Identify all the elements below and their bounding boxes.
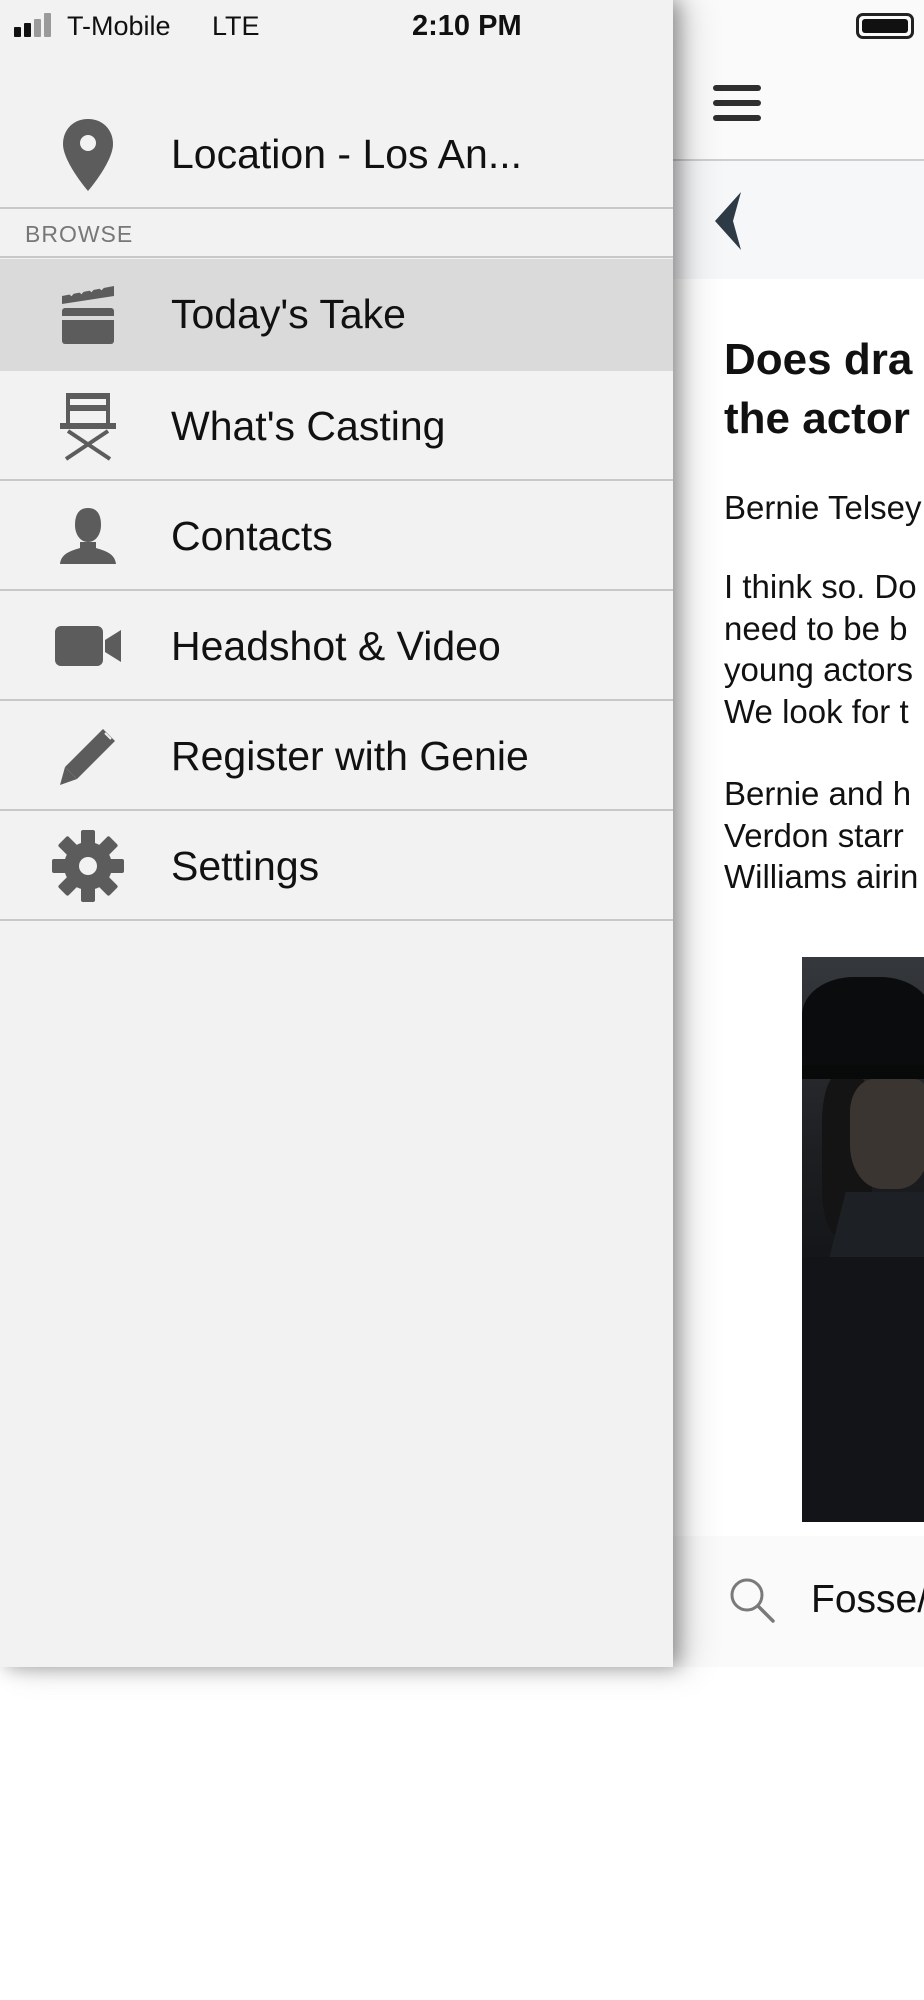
browse-section-header: BROWSE [0, 209, 673, 258]
menu-item-label: Today's Take [171, 291, 406, 337]
status-bar: T-Mobile LTE 2:10 PM [0, 0, 673, 52]
top-nav-bar [673, 52, 924, 161]
network-type: LTE [212, 11, 260, 41]
article-title-line: the actor [724, 394, 910, 443]
location-label: Location - Los An... [171, 131, 523, 177]
status-bar-right [673, 0, 924, 52]
signal-strength-icon [14, 13, 56, 37]
menu-item-headshot-video[interactable]: Headshot & Video [0, 591, 673, 701]
menu-item-label: Settings [171, 843, 320, 889]
person-silhouette-icon [45, 503, 131, 569]
paragraph-line: young actors [724, 651, 913, 688]
menu-item-label: What's Casting [171, 403, 446, 449]
paragraph-line: need to be b [724, 609, 908, 647]
search-icon [730, 1578, 775, 1623]
paragraph-line: Williams airin [724, 858, 919, 895]
article-photo [802, 957, 924, 1522]
article-panel: Does dra the actor Bernie Telsey I think… [673, 0, 924, 1667]
menu-item-register[interactable]: Register with Genie [0, 701, 673, 811]
menu-item-settings[interactable]: Settings [0, 811, 673, 921]
menu-item-whats-casting[interactable]: What's Casting [0, 371, 673, 481]
side-menu-drawer: T-Mobile LTE 2:10 PM Location - Los An..… [0, 0, 673, 1667]
paragraph-line: We look for t [724, 692, 909, 730]
paragraph-line: Verdon starr [724, 816, 904, 854]
article-paragraph: I think so. Do need to be b young actors… [724, 566, 924, 732]
paragraph-line: I think so. Do [724, 568, 917, 605]
search-row[interactable]: Fosse/ [673, 1536, 924, 1667]
article-title: Does dra the actor [724, 330, 924, 448]
menu-item-todays-take[interactable]: Today's Take [0, 259, 673, 371]
menu-item-label: Headshot & Video [171, 623, 501, 669]
back-chevron-icon[interactable] [711, 190, 751, 252]
article-paragraph: Bernie and h Verdon starr Williams airin [724, 773, 924, 898]
section-header-label: BROWSE [25, 221, 134, 247]
carrier-name: T-Mobile [67, 11, 171, 41]
status-time: 2:10 PM [412, 10, 522, 42]
battery-icon [856, 13, 914, 39]
article-byline: Bernie Telsey [724, 489, 922, 526]
menu-item-label: Register with Genie [171, 733, 529, 779]
directors-chair-icon [45, 393, 131, 461]
video-camera-icon [45, 613, 131, 679]
gear-icon [45, 830, 131, 902]
search-link[interactable]: Fosse/ [811, 1576, 924, 1624]
clapperboard-icon [45, 281, 131, 347]
sub-nav-bar [673, 161, 924, 279]
location-pin-icon [45, 116, 131, 194]
paragraph-line: Bernie and h [724, 775, 912, 812]
location-selector[interactable]: Location - Los An... [0, 100, 673, 209]
menu-item-contacts[interactable]: Contacts [0, 481, 673, 591]
menu-item-label: Contacts [171, 513, 333, 559]
article-title-line: Does dra [724, 335, 913, 384]
pencil-icon [45, 723, 131, 789]
article-body: Does dra the actor Bernie Telsey I think… [724, 330, 924, 898]
hamburger-menu-icon[interactable] [713, 85, 761, 127]
